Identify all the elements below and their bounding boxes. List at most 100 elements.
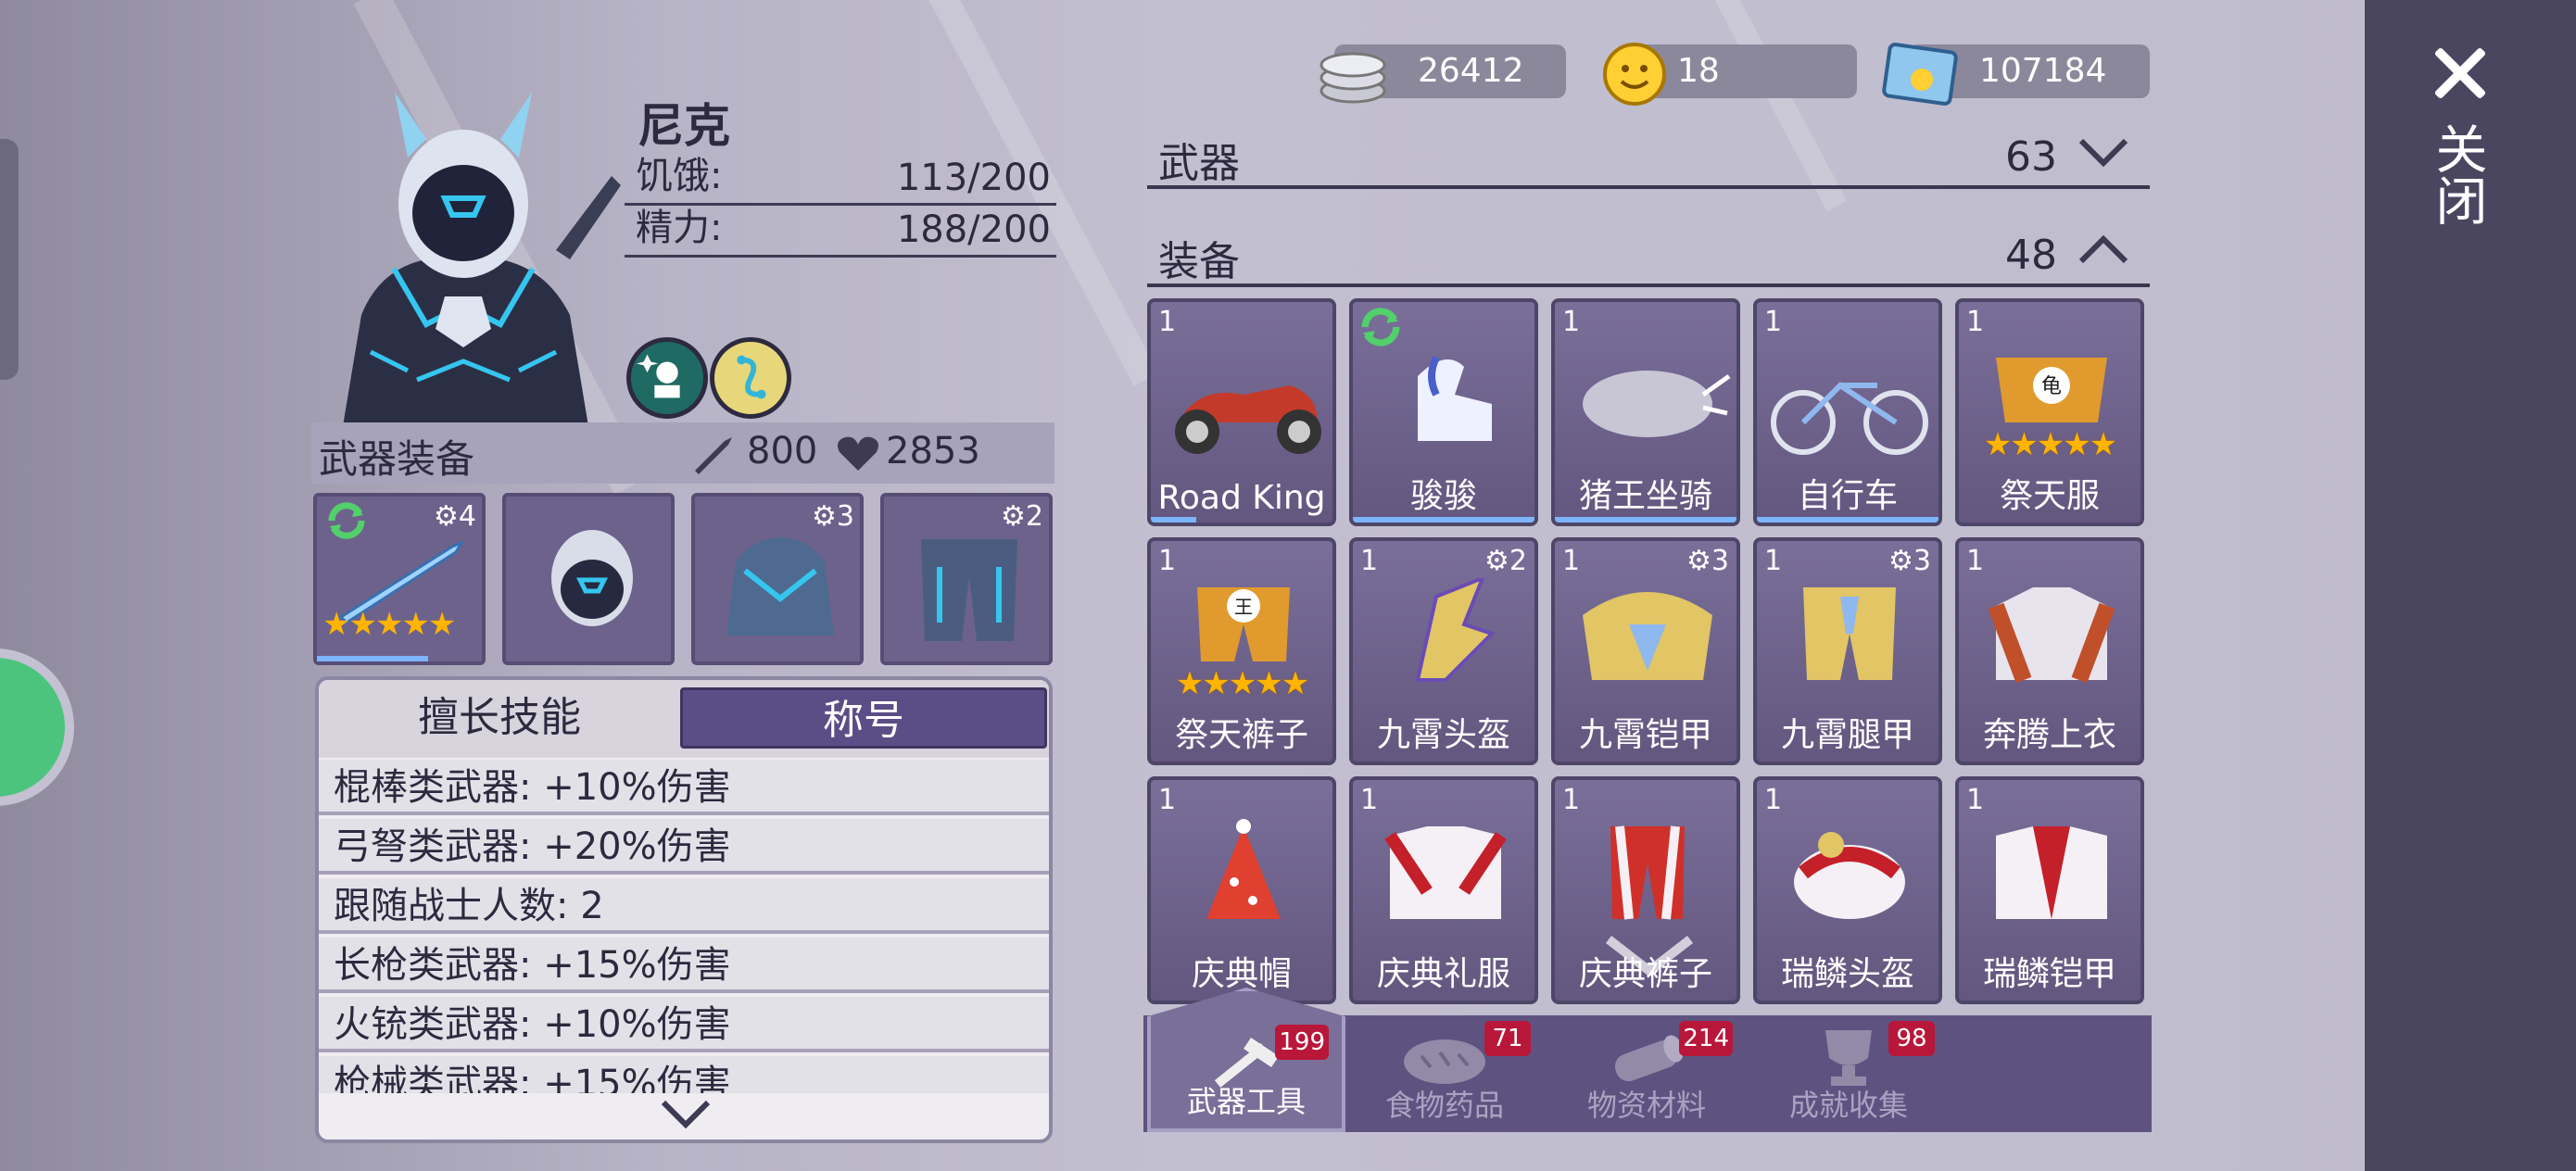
item-card[interactable]: 1 Road King bbox=[1147, 298, 1336, 526]
tab-label: 食物药品 bbox=[1384, 1088, 1504, 1123]
trophy-icon bbox=[1825, 1030, 1872, 1086]
item-progress-bar bbox=[1353, 517, 1534, 523]
item-gear-level: ⚙3 bbox=[1888, 545, 1931, 577]
gear-slot-armor[interactable]: ⚙3 bbox=[691, 493, 864, 665]
item-name: 庆典礼服 bbox=[1376, 955, 1510, 993]
health-value: 2853 bbox=[886, 430, 980, 472]
category-name: 装备 bbox=[1158, 238, 1240, 285]
skill-panel: 擅长技能 称号 棍棒类武器: +10%伤害 弓弩类武器: +20%伤害 跟随战士… bbox=[315, 676, 1053, 1143]
category-count: 48 bbox=[2005, 232, 2057, 279]
item-card[interactable]: 1 ⚙3 九霄铠甲 bbox=[1551, 537, 1740, 765]
item-name: 自行车 bbox=[1797, 477, 1898, 515]
currency-gold: 18 bbox=[1603, 43, 1857, 106]
item-progress-bar bbox=[1151, 517, 1196, 523]
item-name: 庆典帽 bbox=[1191, 955, 1292, 993]
gear-stars: ★★★★★ bbox=[322, 606, 456, 643]
gear-slot-helmet[interactable] bbox=[502, 493, 675, 665]
gear-slot-weapon[interactable]: ⚙4 ★★★★★ bbox=[313, 493, 486, 665]
item-count: 1 bbox=[1158, 545, 1177, 577]
tab-materials[interactable]: 214 物资材料 bbox=[1547, 1015, 1746, 1132]
currency-ticket: 107184 bbox=[1882, 43, 2150, 106]
item-card[interactable]: 1 庆典礼服 bbox=[1349, 776, 1538, 1004]
energy-label: 精力: bbox=[636, 207, 723, 249]
helmet-icon bbox=[551, 530, 633, 626]
item-stars: ★★★★★ bbox=[1175, 665, 1309, 702]
skill-row: 棍棒类武器: +10%伤害 bbox=[319, 760, 1049, 815]
inventory-tab-bar: 199 武器工具 71 食物药品 214 物资材料 98 成就收集 bbox=[1143, 988, 2152, 1132]
bread-icon bbox=[1404, 1039, 1485, 1084]
item-art-icon bbox=[1415, 578, 1496, 682]
item-card[interactable]: 1 龟 ★★★★★ 祭天服 bbox=[1955, 298, 2144, 526]
character-avatar bbox=[343, 93, 621, 426]
item-count: 1 bbox=[1966, 784, 1985, 816]
item-count: 1 bbox=[1158, 306, 1177, 338]
armor-icon bbox=[726, 537, 834, 636]
item-name: Road King bbox=[1157, 479, 1326, 517]
item-card[interactable]: 骏骏 bbox=[1349, 298, 1538, 526]
tab-achievements[interactable]: 98 成就收集 bbox=[1749, 1015, 1948, 1132]
item-name: 祭天裤子 bbox=[1174, 716, 1308, 754]
rune-medal-icon[interactable] bbox=[710, 337, 791, 419]
silver-coin-stack-icon bbox=[1320, 52, 1386, 104]
item-progress-bar bbox=[1757, 517, 1938, 523]
item-card[interactable]: 1 奔腾上衣 bbox=[1955, 537, 2144, 765]
scroll-down-chevron-icon[interactable] bbox=[658, 1095, 713, 1132]
item-card[interactable]: 1 瑞鳞头盔 bbox=[1753, 776, 1942, 1004]
item-card[interactable]: 1 猪王坐骑 bbox=[1551, 298, 1740, 526]
left-edge-handle[interactable] bbox=[0, 139, 19, 380]
item-card[interactable]: 1 ⚙3 九霄腿甲 bbox=[1753, 537, 1942, 765]
category-name: 武器 bbox=[1158, 140, 1240, 187]
item-name: 骏骏 bbox=[1409, 477, 1477, 515]
close-label: 关闭 bbox=[2427, 122, 2487, 226]
item-count: 1 bbox=[1562, 784, 1581, 816]
item-count: 1 bbox=[1562, 306, 1581, 338]
gear-slot-legs[interactable]: ⚙2 bbox=[880, 493, 1053, 665]
tab-titles[interactable]: 称号 bbox=[680, 687, 1047, 749]
category-count: 63 bbox=[2005, 133, 2057, 181]
item-card[interactable]: 1 瑞鳞铠甲 bbox=[1955, 776, 2144, 1004]
tab-specialty-skills[interactable]: 擅长技能 bbox=[328, 687, 671, 749]
hunger-label: 饥饿: bbox=[636, 155, 723, 197]
weapon-equipment-title: 武器装备 bbox=[319, 436, 475, 482]
item-count: 1 bbox=[1360, 784, 1379, 816]
item-art-icon bbox=[1988, 587, 2115, 684]
tab-food-medicine[interactable]: 71 食物药品 bbox=[1345, 1015, 1544, 1132]
item-count: 1 bbox=[1966, 306, 1985, 338]
item-card[interactable]: 1 庆典帽 bbox=[1147, 776, 1336, 1004]
skill-row: 长枪类武器: +15%伤害 bbox=[319, 938, 1049, 993]
item-count: 1 bbox=[1158, 784, 1177, 816]
tab-badge: 199 bbox=[1275, 1025, 1329, 1060]
grid-scroll-down-icon[interactable] bbox=[1603, 930, 1696, 977]
currency-silver: 26412 bbox=[1320, 44, 1566, 104]
item-card[interactable]: 1 王 ★★★★★ 祭天裤子 bbox=[1147, 537, 1336, 765]
tab-badge: 98 bbox=[1888, 1021, 1935, 1056]
close-button[interactable]: 关闭 bbox=[2409, 37, 2520, 241]
category-equipment[interactable]: 装备 48 bbox=[1147, 222, 2150, 287]
skill-row: 跟随战士人数: 2 bbox=[319, 878, 1049, 934]
item-card[interactable]: 1 自行车 bbox=[1753, 298, 1942, 526]
item-count: 1 bbox=[1764, 545, 1783, 577]
item-art-icon bbox=[1583, 592, 1712, 680]
item-art-icon bbox=[1771, 382, 1928, 455]
item-art-icon bbox=[1418, 356, 1492, 441]
tab-badge: 214 bbox=[1679, 1021, 1733, 1056]
item-name: 瑞鳞头盔 bbox=[1780, 955, 1914, 993]
smiley-gold-coin-icon bbox=[1603, 43, 1666, 106]
leg-armor-icon bbox=[921, 539, 1017, 641]
tab-label: 成就收集 bbox=[1788, 1088, 1908, 1123]
item-card[interactable]: 1 ⚙2 九霄头盔 bbox=[1349, 537, 1538, 765]
energy-value: 188/200 bbox=[896, 208, 1051, 251]
ticket-value: 107184 bbox=[1979, 52, 2107, 90]
gear-progress-bar bbox=[317, 656, 428, 661]
gear-level: ⚙4 bbox=[434, 500, 476, 533]
tab-weapon-tools[interactable]: 199 武器工具 bbox=[1147, 988, 1345, 1132]
skill-medal-icon[interactable] bbox=[626, 337, 708, 419]
energy-stat: 精力: 188/200 bbox=[625, 207, 1056, 258]
item-art-icon bbox=[1384, 826, 1507, 919]
category-weapons[interactable]: 武器 63 bbox=[1147, 124, 2150, 189]
item-art-icon bbox=[1175, 385, 1321, 454]
item-name: 九霄头盔 bbox=[1376, 716, 1510, 754]
skill-row: 火铳类武器: +10%伤害 bbox=[319, 997, 1049, 1052]
svg-text:龟: 龟 bbox=[2041, 375, 2062, 398]
item-art-icon bbox=[1803, 587, 1896, 680]
